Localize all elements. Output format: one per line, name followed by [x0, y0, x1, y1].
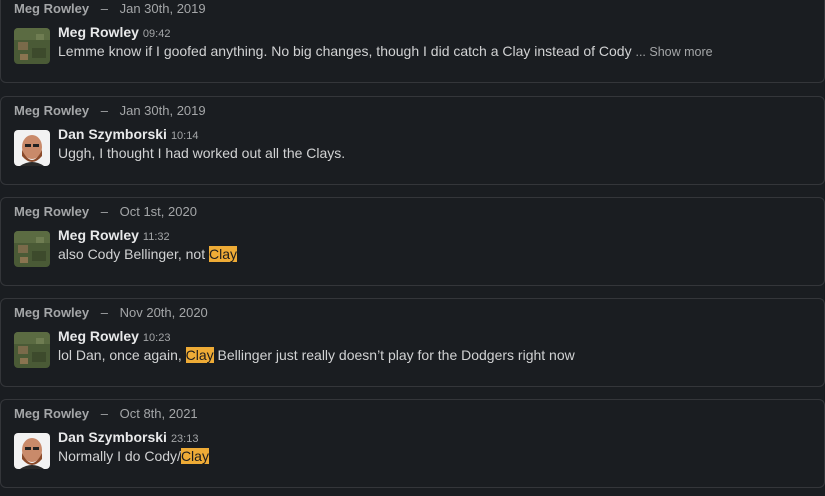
channel-name[interactable]: Meg Rowley: [14, 204, 89, 219]
avatar[interactable]: [14, 28, 50, 64]
message-text: Normally I do Cody/Clay: [58, 448, 209, 464]
message-author[interactable]: Meg Rowley: [58, 24, 139, 40]
message-timestamp[interactable]: 09:42: [143, 28, 171, 40]
separator: –: [100, 103, 108, 118]
message-meta: Meg Rowley 11:32: [58, 227, 170, 245]
search-highlight: Clay: [185, 347, 214, 363]
search-result-card[interactable]: Meg Rowley – Nov 20th, 2020 Meg Rowley 10…: [0, 298, 825, 387]
channel-name[interactable]: Meg Rowley: [14, 103, 89, 118]
channel-name[interactable]: Meg Rowley: [14, 305, 89, 320]
grass-photo-avatar-icon: [14, 332, 50, 368]
message-body: lol Dan, once again,: [58, 347, 186, 363]
message-text: Uggh, I thought I had worked out all the…: [58, 145, 345, 161]
search-highlight: Clay: [180, 448, 209, 464]
search-result-card[interactable]: Meg Rowley – Jan 30th, 2019 Dan Szymbors…: [0, 96, 825, 185]
message-meta: Dan Szymborski 10:14: [58, 126, 198, 144]
message-author[interactable]: Meg Rowley: [58, 227, 139, 243]
message-text: also Cody Bellinger, not Clay: [58, 246, 237, 262]
channel-header: Meg Rowley – Jan 30th, 2019: [14, 1, 206, 16]
message-author[interactable]: Dan Szymborski: [58, 429, 167, 445]
message-author[interactable]: Meg Rowley: [58, 328, 139, 344]
avatar[interactable]: [14, 130, 50, 166]
bearded-man-avatar-icon: [14, 130, 50, 166]
message-meta: Meg Rowley 09:42: [58, 24, 170, 42]
avatar[interactable]: [14, 433, 50, 469]
message-timestamp[interactable]: 10:14: [171, 130, 199, 142]
message-author[interactable]: Dan Szymborski: [58, 126, 167, 142]
channel-date: Jan 30th, 2019: [119, 1, 206, 16]
message-body-rest: Bellinger just really doesn’t play for t…: [213, 347, 575, 363]
message-text: lol Dan, once again, Clay Bellinger just…: [58, 347, 575, 363]
message-meta: Meg Rowley 10:23: [58, 328, 170, 346]
search-result-card[interactable]: Meg Rowley – Oct 8th, 2021 Dan Szymborsk…: [0, 399, 825, 488]
message-timestamp[interactable]: 10:23: [143, 332, 171, 344]
grass-photo-avatar-icon: [14, 28, 50, 64]
grass-photo-avatar-icon: [14, 231, 50, 267]
channel-header: Meg Rowley – Oct 1st, 2020: [14, 204, 197, 219]
channel-header: Meg Rowley – Nov 20th, 2020: [14, 305, 208, 320]
message-meta: Dan Szymborski 23:13: [58, 429, 198, 447]
search-result-card[interactable]: Meg Rowley – Oct 1st, 2020 Meg Rowley 11:…: [0, 197, 825, 286]
message-text: Lemme know if I goofed anything. No big …: [58, 43, 713, 59]
separator: –: [100, 305, 108, 320]
channel-header: Meg Rowley – Oct 8th, 2021: [14, 406, 198, 421]
channel-date: Oct 1st, 2020: [119, 204, 197, 219]
show-more-link[interactable]: ... Show more: [635, 45, 712, 59]
channel-date: Oct 8th, 2021: [119, 406, 198, 421]
message-body: Uggh, I thought I had worked out all the…: [58, 145, 346, 161]
message-body: Normally I do Cody/: [58, 448, 181, 464]
channel-header: Meg Rowley – Jan 30th, 2019: [14, 103, 206, 118]
separator: –: [100, 204, 108, 219]
channel-name[interactable]: Meg Rowley: [14, 1, 89, 16]
separator: –: [100, 1, 108, 16]
channel-date: Jan 30th, 2019: [119, 103, 206, 118]
search-highlight: Clay: [208, 246, 237, 262]
message-body: also Cody Bellinger, not: [58, 246, 209, 262]
bearded-man-avatar-icon: [14, 433, 50, 469]
separator: –: [100, 406, 108, 421]
channel-name[interactable]: Meg Rowley: [14, 406, 89, 421]
search-result-card[interactable]: Meg Rowley – Jan 30th, 2019 Meg Rowley 09…: [0, 0, 825, 83]
avatar[interactable]: [14, 231, 50, 267]
message-body: Lemme know if I goofed anything. No big …: [58, 43, 636, 59]
message-timestamp[interactable]: 23:13: [171, 433, 199, 445]
channel-date: Nov 20th, 2020: [119, 305, 208, 320]
message-timestamp[interactable]: 11:32: [143, 231, 170, 243]
avatar[interactable]: [14, 332, 50, 368]
